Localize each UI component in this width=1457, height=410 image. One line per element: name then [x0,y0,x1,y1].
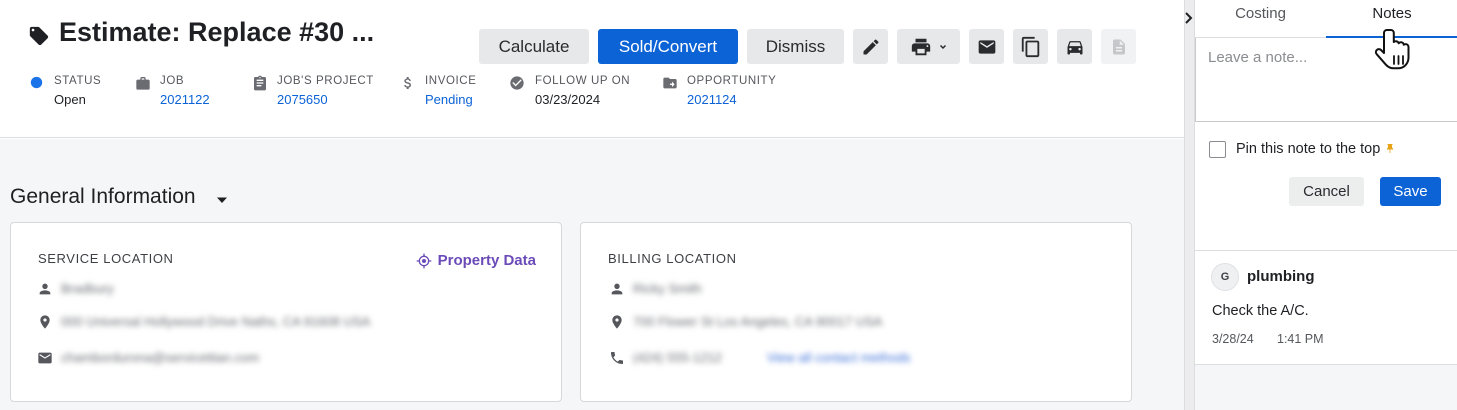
cancel-button[interactable]: Cancel [1289,177,1364,206]
pin-note-checkbox[interactable] [1209,140,1226,158]
email-button[interactable] [969,29,1004,64]
notes-panel: Costing Notes Pin this note to the top C… [1194,0,1457,410]
estimate-main: Estimate: Replace #30 ... Calculate Sold… [0,0,1184,410]
general-information-heading[interactable]: General Information [10,185,196,209]
service-location-title: SERVICE LOCATION [38,251,174,266]
service-location-card: SERVICE LOCATION Property Data Bradbury … [10,222,562,402]
note-input[interactable] [1195,38,1457,122]
briefcase-icon [136,77,150,90]
phone-icon [611,352,623,364]
meta-status: STATUS Open [30,74,130,114]
edit-button[interactable] [853,29,888,64]
service-email[interactable]: chambordurona@servicetitan.com [61,350,259,365]
meta-follow-up: FOLLOW UP ON 03/23/2024 [509,74,639,114]
pencil-icon [863,38,878,54]
tab-costing[interactable]: Costing [1195,0,1326,38]
copy-button[interactable] [1013,29,1048,64]
billing-location-title: BILLING LOCATION [608,251,737,266]
meta-label: JOB [160,75,185,87]
target-icon [416,253,431,268]
panel-divider [1184,0,1194,410]
avatar: G [1211,263,1239,291]
pin-note-row: Pin this note to the top [1209,139,1396,159]
sold-convert-button[interactable]: Sold/Convert [598,29,738,64]
meta-invoice: INVOICE Pending [400,74,500,114]
clipboard-icon [254,75,266,91]
car-icon [1067,40,1082,54]
invoice-link[interactable]: Pending [425,92,473,107]
caret-down-icon[interactable] [216,194,228,206]
note-date: 3/28/24 [1212,332,1254,346]
meta-label: OPPORTUNITY [687,75,777,87]
note-time: 1:41 PM [1277,332,1324,346]
check-circle-icon [510,76,524,90]
hand-cursor-icon [1374,29,1410,70]
person-icon [611,283,623,295]
folder-icon [663,77,677,89]
meta-job: JOB 2021122 [135,74,245,114]
print-dropdown-button[interactable] [897,29,960,64]
meta-label: FOLLOW UP ON [535,75,631,87]
mail-icon [978,39,995,54]
job-link[interactable]: 2021122 [160,92,210,107]
tag-icon [29,26,49,46]
billing-location-card: BILLING LOCATION Ricky Smith 700 Flower … [580,222,1132,402]
dismiss-button[interactable]: Dismiss [747,29,844,64]
follow-up-value: 03/23/2024 [535,92,601,107]
estimate-header: Estimate: Replace #30 ... Calculate Sold… [0,0,1184,138]
pin-note-label[interactable]: Pin this note to the top [1236,141,1380,157]
mail-icon [38,352,52,364]
person-icon [39,283,51,295]
location-pin-icon [612,315,622,329]
service-address: 000 Universal Hollywood Drive Naths, CA … [61,314,371,329]
document-button[interactable] [1101,29,1136,64]
copy-icon [1021,36,1039,57]
view-contact-methods-link[interactable]: View all contact methods [767,350,911,365]
meta-label: INVOICE [425,75,477,87]
chevron-right-icon[interactable] [1184,10,1194,26]
status-value: Open [54,92,86,107]
panel-footer [1195,364,1457,410]
dollar-icon [404,77,411,89]
billing-contact-name: Ricky Smith [633,281,702,296]
meta-label: JOB'S PROJECT [277,75,374,87]
pushpin-icon [1387,144,1394,153]
meta-jobs-project: JOB'S PROJECT 2075650 [252,74,382,114]
meta-label: STATUS [54,75,102,87]
property-data-label: Property Data [437,252,536,269]
dispatch-button[interactable] [1057,29,1092,64]
calculate-button[interactable]: Calculate [479,29,589,64]
jobs-project-link[interactable]: 2075650 [277,92,328,107]
opportunity-link[interactable]: 2021124 [687,92,737,107]
service-contact-name: Bradbury [61,281,114,296]
meta-opportunity: OPPORTUNITY 2021124 [662,74,792,114]
chevron-down-icon [939,44,946,49]
note-item: G plumbing Check the A/C. 3/28/24 1:41 P… [1195,251,1457,364]
note-author: plumbing [1247,268,1315,285]
document-icon [1112,39,1125,54]
property-data-link[interactable]: Property Data [416,252,536,269]
billing-phone[interactable]: (424) 555-1212 [633,350,722,365]
location-pin-icon [40,315,50,329]
status-dot-icon [30,76,43,89]
printer-icon [911,38,930,55]
billing-address: 700 Flower St Los Angeles, CA 90017 USA [633,314,883,329]
note-text: Check the A/C. [1212,303,1309,319]
save-button[interactable]: Save [1380,177,1441,206]
page-title: Estimate: Replace #30 ... [59,17,375,47]
